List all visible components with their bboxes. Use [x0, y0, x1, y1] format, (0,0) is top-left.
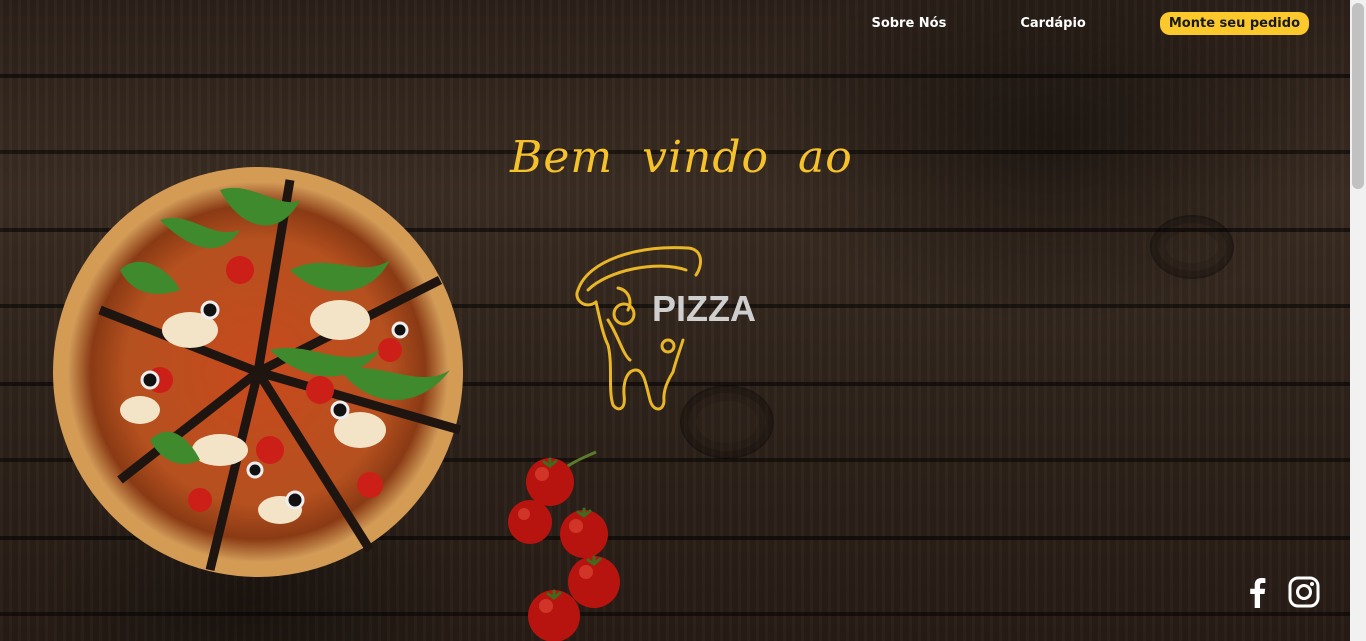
landing-page: Sobre Nós Cardápio Monte seu pedido Bem … — [0, 0, 1366, 641]
welcome-heading: Bem vindo ao — [510, 132, 853, 183]
logo-text: PIZZA — [652, 288, 756, 329]
build-order-button[interactable]: Monte seu pedido — [1159, 12, 1309, 35]
social-links — [1244, 576, 1320, 608]
facebook-icon[interactable] — [1244, 576, 1270, 608]
nav-link-menu[interactable]: Cardápio — [1020, 16, 1086, 31]
pizza-image — [53, 167, 463, 577]
scrollbar-thumb[interactable] — [1352, 3, 1364, 189]
cherry-tomatoes-image — [508, 450, 620, 641]
instagram-icon[interactable] — [1288, 576, 1320, 608]
wood-knot — [1150, 215, 1234, 279]
nav-link-about[interactable]: Sobre Nós — [871, 16, 946, 31]
top-navigation: Sobre Nós Cardápio Monte seu pedido — [871, 12, 1309, 35]
